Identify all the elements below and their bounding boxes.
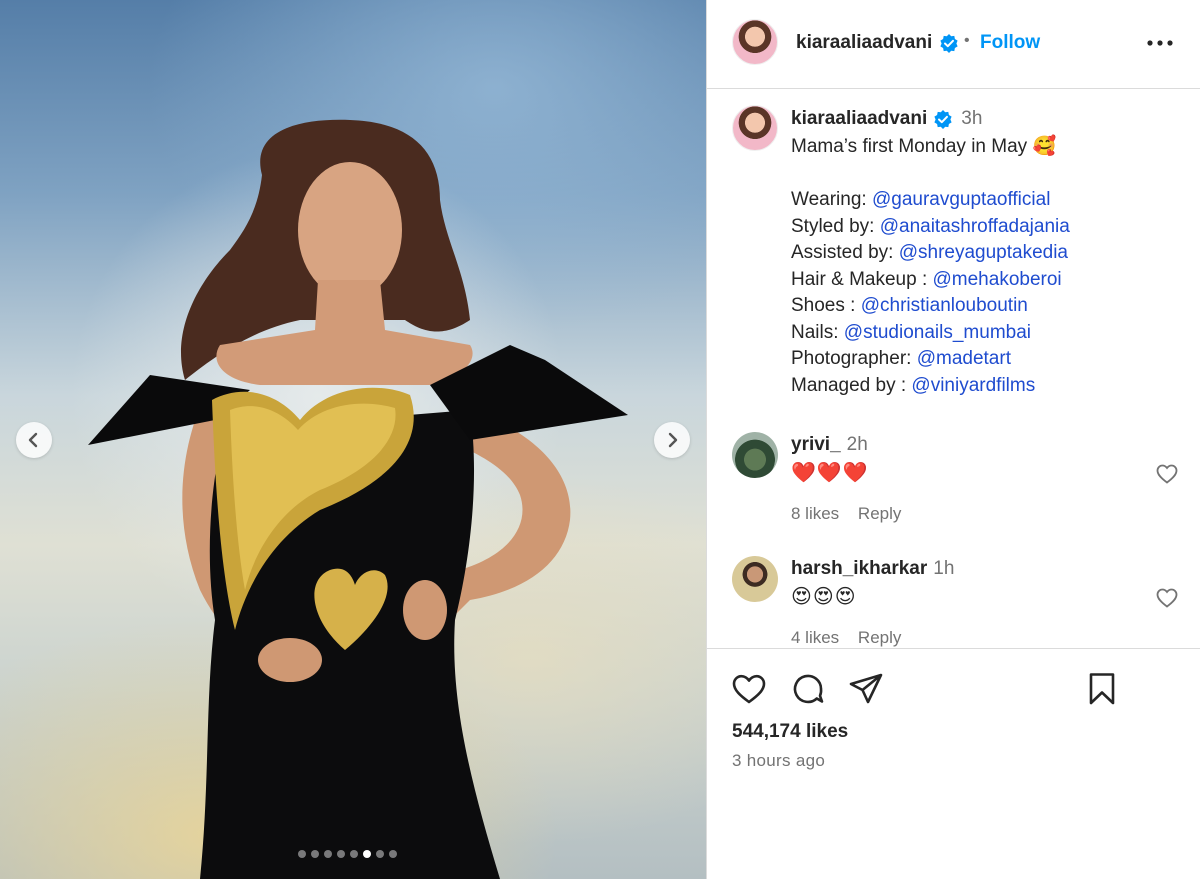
mention-link[interactable]: @gauravguptaofficial (872, 189, 1050, 210)
verified-badge-icon (940, 34, 958, 53)
reply-button[interactable]: Reply (858, 504, 901, 523)
post-header: kiaraaliaadvani • Follow (707, 0, 1200, 89)
mention-link[interactable]: @shreyaguptakedia (899, 242, 1068, 263)
author-avatar[interactable] (732, 19, 778, 65)
caption-credit-line: Photographer: @madetart (791, 346, 1191, 373)
post-photo (88, 119, 628, 879)
caption-credit-line: Wearing: @gauravguptaofficial (791, 187, 1191, 214)
caption-credit-line: Shoes : @christianlouboutin (791, 293, 1191, 320)
post-side-panel: kiaraaliaadvani • Follow kiaraaliaadvani… (706, 0, 1200, 879)
comments-section[interactable]: kiaraaliaadvani 3h Mama’s first Monday in… (707, 90, 1200, 648)
caption-credit-line: Hair & Makeup : @mehakoberoi (791, 267, 1191, 294)
carousel-dot (376, 850, 384, 858)
previous-slide-button[interactable] (16, 422, 52, 458)
caption-username[interactable]: kiaraaliaadvani (791, 108, 927, 129)
caption-header: kiaraaliaadvani 3h (791, 108, 982, 130)
mention-link[interactable]: @christianlouboutin (861, 295, 1028, 316)
comment-time: 1h (933, 558, 955, 579)
chevron-left-icon (28, 432, 38, 448)
header-separator: • (964, 32, 970, 49)
chevron-right-icon (668, 432, 678, 448)
caption-credits: Wearing: @gauravguptaofficial Styled by: … (791, 187, 1191, 399)
mention-link[interactable]: @viniyardfilms (911, 375, 1035, 396)
caption-credit-line: Assisted by: @shreyaguptakedia (791, 240, 1191, 267)
carousel-dot (389, 850, 397, 858)
heart-icon[interactable] (1155, 586, 1179, 610)
credit-label: Managed by : (791, 374, 912, 396)
more-options-icon[interactable] (1146, 32, 1174, 54)
mention-link[interactable]: @anaitashroffadajania (880, 216, 1070, 237)
caption-credit-line: Styled by: @anaitashroffadajania (791, 214, 1191, 241)
commenter-avatar[interactable] (732, 432, 778, 478)
comment-bubble-icon[interactable] (790, 671, 826, 707)
comment-likes[interactable]: 8 likes (791, 504, 839, 523)
credit-label: Photographer: (791, 348, 917, 369)
commenter-username[interactable]: harsh_ikharkar (791, 558, 927, 579)
verified-badge-icon (934, 110, 952, 129)
caption-body: Mama’s first Monday in May 🥰 Wearing: @g… (791, 134, 1191, 399)
credit-label: Styled by: (791, 215, 880, 237)
commenter-username[interactable]: yrivi_ (791, 434, 841, 455)
reply-button[interactable]: Reply (858, 628, 901, 647)
commenter-avatar[interactable] (732, 556, 778, 602)
heart-icon[interactable] (1155, 462, 1179, 486)
credit-label: Shoes : (791, 295, 861, 316)
bookmark-icon[interactable] (1084, 671, 1120, 707)
caption-time: 3h (961, 108, 983, 129)
post-media[interactable] (0, 0, 706, 879)
credit-label: Nails: (791, 321, 844, 343)
likes-count[interactable]: 544,174 likes (732, 721, 848, 743)
next-slide-button[interactable] (654, 422, 690, 458)
carousel-dot (311, 850, 319, 858)
heart-icon[interactable] (731, 671, 767, 707)
credit-label: Assisted by: (791, 242, 899, 263)
comment-time: 2h (846, 434, 868, 455)
comment-text: ❤️❤️❤️ (791, 462, 869, 484)
caption-credit-line: Nails: @studionails_mumbai (791, 320, 1191, 347)
carousel-dot (298, 850, 306, 858)
mention-link[interactable]: @studionails_mumbai (844, 322, 1031, 343)
carousel-indicator (298, 850, 397, 858)
mention-link[interactable]: @mehakoberoi (933, 269, 1062, 290)
comment-item: harsh_ikharkar 1h 😍😍😍 4 likes Reply (707, 556, 1200, 648)
post-actions: 544,174 likes 3 hours ago (707, 648, 1200, 879)
carousel-dot (337, 850, 345, 858)
caption-first-line: Mama’s first Monday in May 🥰 (791, 136, 1057, 157)
caption-author-avatar[interactable] (732, 105, 778, 151)
comment-likes[interactable]: 4 likes (791, 628, 839, 647)
comment-text: 😍😍😍 (791, 586, 857, 608)
credit-label: Wearing: (791, 189, 872, 210)
caption-credit-line: Managed by : @viniyardfilms (791, 373, 1191, 400)
post-timestamp[interactable]: 3 hours ago (732, 751, 825, 771)
carousel-dot (363, 850, 371, 858)
comment-item: yrivi_ 2h ❤️❤️❤️ 8 likes Reply (707, 432, 1200, 542)
author-username[interactable]: kiaraaliaadvani (796, 32, 932, 54)
credit-label: Hair & Makeup : (791, 268, 933, 290)
mention-link[interactable]: @madetart (917, 348, 1011, 369)
carousel-dot (350, 850, 358, 858)
carousel-dot (324, 850, 332, 858)
follow-button[interactable]: Follow (980, 32, 1040, 54)
paper-plane-icon[interactable] (848, 671, 884, 707)
